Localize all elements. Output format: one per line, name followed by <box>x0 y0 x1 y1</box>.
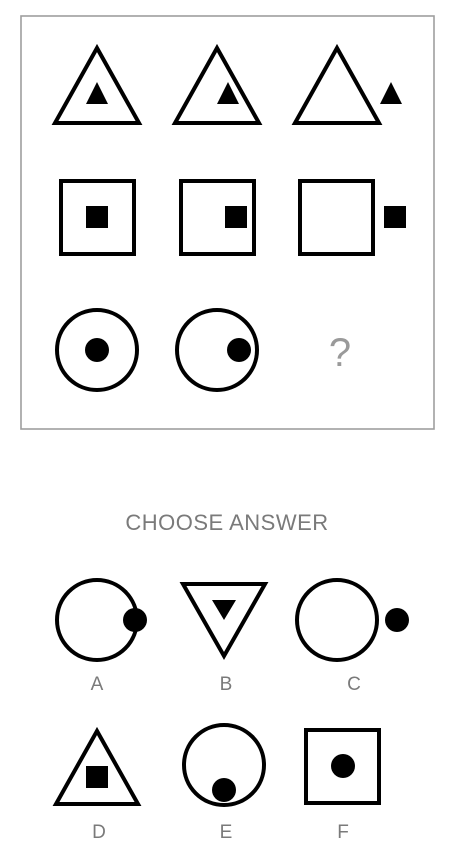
triangle-small-centered-cell <box>51 43 143 125</box>
answer-option-b[interactable]: B <box>179 582 269 695</box>
question-mark: ? <box>329 331 351 375</box>
triangle-small-outside-cell <box>291 43 402 125</box>
circle-dot-centered-cell <box>55 308 139 392</box>
answer-option-e[interactable]: E <box>182 723 266 843</box>
answer-option-d[interactable]: D <box>52 726 142 843</box>
answer-label-b: B <box>220 674 233 695</box>
triangle-small-right-cell <box>171 43 263 125</box>
answer-label-e: E <box>220 822 233 843</box>
square-small-outside-cell <box>298 179 406 256</box>
answer-label-d: D <box>92 822 106 843</box>
answer-label-f: F <box>337 822 349 843</box>
square-small-centered-cell <box>59 179 136 256</box>
choose-answer-heading: CHOOSE ANSWER <box>125 510 328 535</box>
answer-label-c: C <box>347 674 361 695</box>
answer-option-f[interactable]: F <box>304 728 381 843</box>
circle-dot-right-cell <box>175 308 259 392</box>
answer-option-c[interactable]: C <box>295 578 409 695</box>
answer-label-a: A <box>91 674 104 695</box>
puzzle-canvas: ? CHOOSE ANSWER A B C D E F <box>20 15 435 843</box>
answer-option-a[interactable]: A <box>55 578 147 695</box>
square-small-right-cell <box>179 179 256 256</box>
